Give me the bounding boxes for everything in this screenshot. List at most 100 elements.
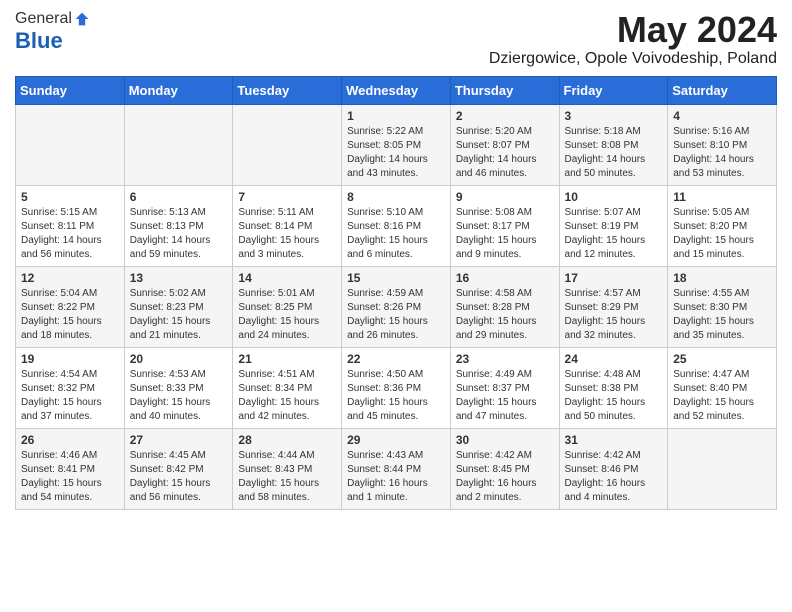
page-header: General Blue May 2024 Dziergowice, Opole… bbox=[15, 10, 777, 68]
cell-content: Sunrise: 5:15 AM Sunset: 8:11 PM Dayligh… bbox=[21, 206, 119, 262]
calendar-cell: 10 Sunrise: 5:07 AM Sunset: 8:19 PM Dayli… bbox=[559, 185, 668, 266]
calendar-cell: 11 Sunrise: 5:05 AM Sunset: 8:20 PM Dayli… bbox=[668, 185, 777, 266]
calendar-header-row: SundayMondayTuesdayWednesdayThursdayFrid… bbox=[16, 76, 777, 104]
day-number: 25 bbox=[673, 352, 771, 366]
calendar-cell: 20Sunrise: 4:53 AM Sunset: 8:33 PM Dayli… bbox=[124, 347, 233, 428]
day-number: 27 bbox=[130, 433, 228, 447]
day-number: 3 bbox=[565, 109, 663, 123]
day-header-monday: Monday bbox=[124, 76, 233, 104]
calendar-cell: 7 Sunrise: 5:11 AM Sunset: 8:14 PM Daylig… bbox=[233, 185, 342, 266]
calendar-week-row: 19 Sunrise: 4:54 AM Sunset: 8:32 PM Dayli… bbox=[16, 347, 777, 428]
cell-content: Sunrise: 5:04 AM Sunset: 8:22 PM Dayligh… bbox=[21, 287, 119, 343]
day-header-tuesday: Tuesday bbox=[233, 76, 342, 104]
calendar-cell: 9 Sunrise: 5:08 AM Sunset: 8:17 PM Daylig… bbox=[450, 185, 559, 266]
calendar-cell: 28 Sunrise: 4:44 AM Sunset: 8:43 PM Dayli… bbox=[233, 428, 342, 509]
cell-content: Sunrise: 5:18 AM Sunset: 8:08 PM Dayligh… bbox=[565, 125, 663, 181]
calendar-week-row: 26Sunrise: 4:46 AM Sunset: 8:41 PM Dayli… bbox=[16, 428, 777, 509]
cell-content: Sunrise: 4:42 AM Sunset: 8:46 PM Dayligh… bbox=[565, 449, 663, 505]
calendar-cell: 23Sunrise: 4:49 AM Sunset: 8:37 PM Dayli… bbox=[450, 347, 559, 428]
calendar-cell: 17Sunrise: 4:57 AM Sunset: 8:29 PM Dayli… bbox=[559, 266, 668, 347]
cell-content: Sunrise: 4:49 AM Sunset: 8:37 PM Dayligh… bbox=[456, 368, 554, 424]
calendar-week-row: 1 Sunrise: 5:22 AM Sunset: 8:05 PM Daylig… bbox=[16, 104, 777, 185]
day-number: 21 bbox=[238, 352, 336, 366]
calendar-table: SundayMondayTuesdayWednesdayThursdayFrid… bbox=[15, 76, 777, 510]
day-number: 12 bbox=[21, 271, 119, 285]
day-number: 30 bbox=[456, 433, 554, 447]
cell-content: Sunrise: 5:16 AM Sunset: 8:10 PM Dayligh… bbox=[673, 125, 771, 181]
calendar-cell: 3 Sunrise: 5:18 AM Sunset: 8:08 PM Daylig… bbox=[559, 104, 668, 185]
cell-content: Sunrise: 5:05 AM Sunset: 8:20 PM Dayligh… bbox=[673, 206, 771, 262]
logo-blue-text: Blue bbox=[15, 28, 63, 54]
day-number: 14 bbox=[238, 271, 336, 285]
cell-content: Sunrise: 5:01 AM Sunset: 8:25 PM Dayligh… bbox=[238, 287, 336, 343]
day-number: 19 bbox=[21, 352, 119, 366]
day-number: 7 bbox=[238, 190, 336, 204]
day-number: 18 bbox=[673, 271, 771, 285]
calendar-week-row: 12 Sunrise: 5:04 AM Sunset: 8:22 PM Dayli… bbox=[16, 266, 777, 347]
calendar-cell: 30 Sunrise: 4:42 AM Sunset: 8:45 PM Dayli… bbox=[450, 428, 559, 509]
day-number: 17 bbox=[565, 271, 663, 285]
cell-content: Sunrise: 4:50 AM Sunset: 8:36 PM Dayligh… bbox=[347, 368, 445, 424]
calendar-cell: 15 Sunrise: 4:59 AM Sunset: 8:26 PM Dayli… bbox=[342, 266, 451, 347]
calendar-cell: 4 Sunrise: 5:16 AM Sunset: 8:10 PM Daylig… bbox=[668, 104, 777, 185]
day-header-saturday: Saturday bbox=[668, 76, 777, 104]
cell-content: Sunrise: 4:55 AM Sunset: 8:30 PM Dayligh… bbox=[673, 287, 771, 343]
day-header-sunday: Sunday bbox=[16, 76, 125, 104]
day-number: 31 bbox=[565, 433, 663, 447]
calendar-cell: 5 Sunrise: 5:15 AM Sunset: 8:11 PM Daylig… bbox=[16, 185, 125, 266]
day-number: 6 bbox=[130, 190, 228, 204]
logo-icon bbox=[74, 11, 90, 27]
calendar-cell: 24 Sunrise: 4:48 AM Sunset: 8:38 PM Dayli… bbox=[559, 347, 668, 428]
cell-content: Sunrise: 5:22 AM Sunset: 8:05 PM Dayligh… bbox=[347, 125, 445, 181]
day-number: 1 bbox=[347, 109, 445, 123]
day-number: 28 bbox=[238, 433, 336, 447]
calendar-cell: 31 Sunrise: 4:42 AM Sunset: 8:46 PM Dayli… bbox=[559, 428, 668, 509]
day-number: 24 bbox=[565, 352, 663, 366]
cell-content: Sunrise: 4:44 AM Sunset: 8:43 PM Dayligh… bbox=[238, 449, 336, 505]
day-header-wednesday: Wednesday bbox=[342, 76, 451, 104]
day-number: 10 bbox=[565, 190, 663, 204]
day-number: 22 bbox=[347, 352, 445, 366]
month-title: May 2024 bbox=[489, 10, 777, 50]
calendar-cell: 1 Sunrise: 5:22 AM Sunset: 8:05 PM Daylig… bbox=[342, 104, 451, 185]
calendar-cell: 8Sunrise: 5:10 AM Sunset: 8:16 PM Daylig… bbox=[342, 185, 451, 266]
cell-content: Sunrise: 4:51 AM Sunset: 8:34 PM Dayligh… bbox=[238, 368, 336, 424]
cell-content: Sunrise: 5:13 AM Sunset: 8:13 PM Dayligh… bbox=[130, 206, 228, 262]
cell-content: Sunrise: 4:48 AM Sunset: 8:38 PM Dayligh… bbox=[565, 368, 663, 424]
calendar-cell: 19 Sunrise: 4:54 AM Sunset: 8:32 PM Dayli… bbox=[16, 347, 125, 428]
calendar-cell bbox=[16, 104, 125, 185]
cell-content: Sunrise: 4:45 AM Sunset: 8:42 PM Dayligh… bbox=[130, 449, 228, 505]
day-number: 16 bbox=[456, 271, 554, 285]
cell-content: Sunrise: 5:11 AM Sunset: 8:14 PM Dayligh… bbox=[238, 206, 336, 262]
day-header-friday: Friday bbox=[559, 76, 668, 104]
cell-content: Sunrise: 4:54 AM Sunset: 8:32 PM Dayligh… bbox=[21, 368, 119, 424]
day-number: 20 bbox=[130, 352, 228, 366]
calendar-cell: 27 Sunrise: 4:45 AM Sunset: 8:42 PM Dayli… bbox=[124, 428, 233, 509]
day-header-thursday: Thursday bbox=[450, 76, 559, 104]
cell-content: Sunrise: 4:59 AM Sunset: 8:26 PM Dayligh… bbox=[347, 287, 445, 343]
cell-content: Sunrise: 5:08 AM Sunset: 8:17 PM Dayligh… bbox=[456, 206, 554, 262]
calendar-cell: 13Sunrise: 5:02 AM Sunset: 8:23 PM Dayli… bbox=[124, 266, 233, 347]
calendar-cell: 26Sunrise: 4:46 AM Sunset: 8:41 PM Dayli… bbox=[16, 428, 125, 509]
day-number: 9 bbox=[456, 190, 554, 204]
day-number: 11 bbox=[673, 190, 771, 204]
calendar-cell: 25 Sunrise: 4:47 AM Sunset: 8:40 PM Dayli… bbox=[668, 347, 777, 428]
day-number: 26 bbox=[21, 433, 119, 447]
day-number: 13 bbox=[130, 271, 228, 285]
logo-general-text: General bbox=[15, 10, 72, 28]
cell-content: Sunrise: 5:07 AM Sunset: 8:19 PM Dayligh… bbox=[565, 206, 663, 262]
cell-content: Sunrise: 4:42 AM Sunset: 8:45 PM Dayligh… bbox=[456, 449, 554, 505]
day-number: 5 bbox=[21, 190, 119, 204]
calendar-week-row: 5 Sunrise: 5:15 AM Sunset: 8:11 PM Daylig… bbox=[16, 185, 777, 266]
calendar-cell: 21 Sunrise: 4:51 AM Sunset: 8:34 PM Dayli… bbox=[233, 347, 342, 428]
day-number: 15 bbox=[347, 271, 445, 285]
calendar-cell: 16Sunrise: 4:58 AM Sunset: 8:28 PM Dayli… bbox=[450, 266, 559, 347]
title-block: May 2024 Dziergowice, Opole Voivodeship,… bbox=[489, 10, 777, 68]
calendar-cell bbox=[233, 104, 342, 185]
cell-content: Sunrise: 5:10 AM Sunset: 8:16 PM Dayligh… bbox=[347, 206, 445, 262]
day-number: 4 bbox=[673, 109, 771, 123]
calendar-cell bbox=[124, 104, 233, 185]
cell-content: Sunrise: 4:47 AM Sunset: 8:40 PM Dayligh… bbox=[673, 368, 771, 424]
calendar-cell: 6 Sunrise: 5:13 AM Sunset: 8:13 PM Daylig… bbox=[124, 185, 233, 266]
day-number: 29 bbox=[347, 433, 445, 447]
